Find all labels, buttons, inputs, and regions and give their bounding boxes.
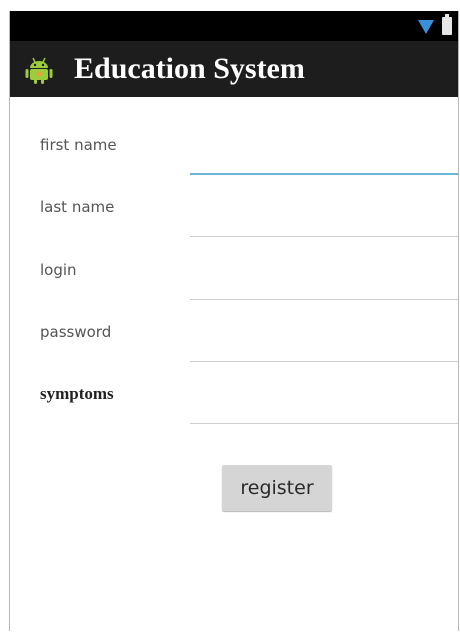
symptoms-label: symptoms xyxy=(40,384,114,403)
password-label: password xyxy=(40,323,112,341)
login-field[interactable] xyxy=(190,274,458,300)
battery-icon xyxy=(442,14,452,35)
first-name-row: first name xyxy=(10,135,458,185)
password-field[interactable] xyxy=(190,336,458,362)
android-robot-icon xyxy=(25,57,53,84)
first-name-field[interactable] xyxy=(190,149,458,175)
password-row: password xyxy=(10,322,458,372)
last-name-label: last name xyxy=(40,198,115,216)
status-bar xyxy=(10,11,458,41)
last-name-field[interactable] xyxy=(190,211,458,237)
last-name-row: last name xyxy=(10,197,458,247)
login-row: login xyxy=(10,260,458,310)
app-title: Education System xyxy=(74,52,305,85)
symptoms-row: symptoms xyxy=(10,384,458,434)
login-label: login xyxy=(40,261,77,279)
app-screen: Education System first name last name lo… xyxy=(9,11,459,631)
register-button[interactable]: register xyxy=(222,465,332,511)
first-name-label: first name xyxy=(40,136,117,154)
symptoms-field[interactable] xyxy=(190,398,458,424)
signal-icon xyxy=(418,20,434,34)
action-bar: Education System xyxy=(10,41,458,97)
